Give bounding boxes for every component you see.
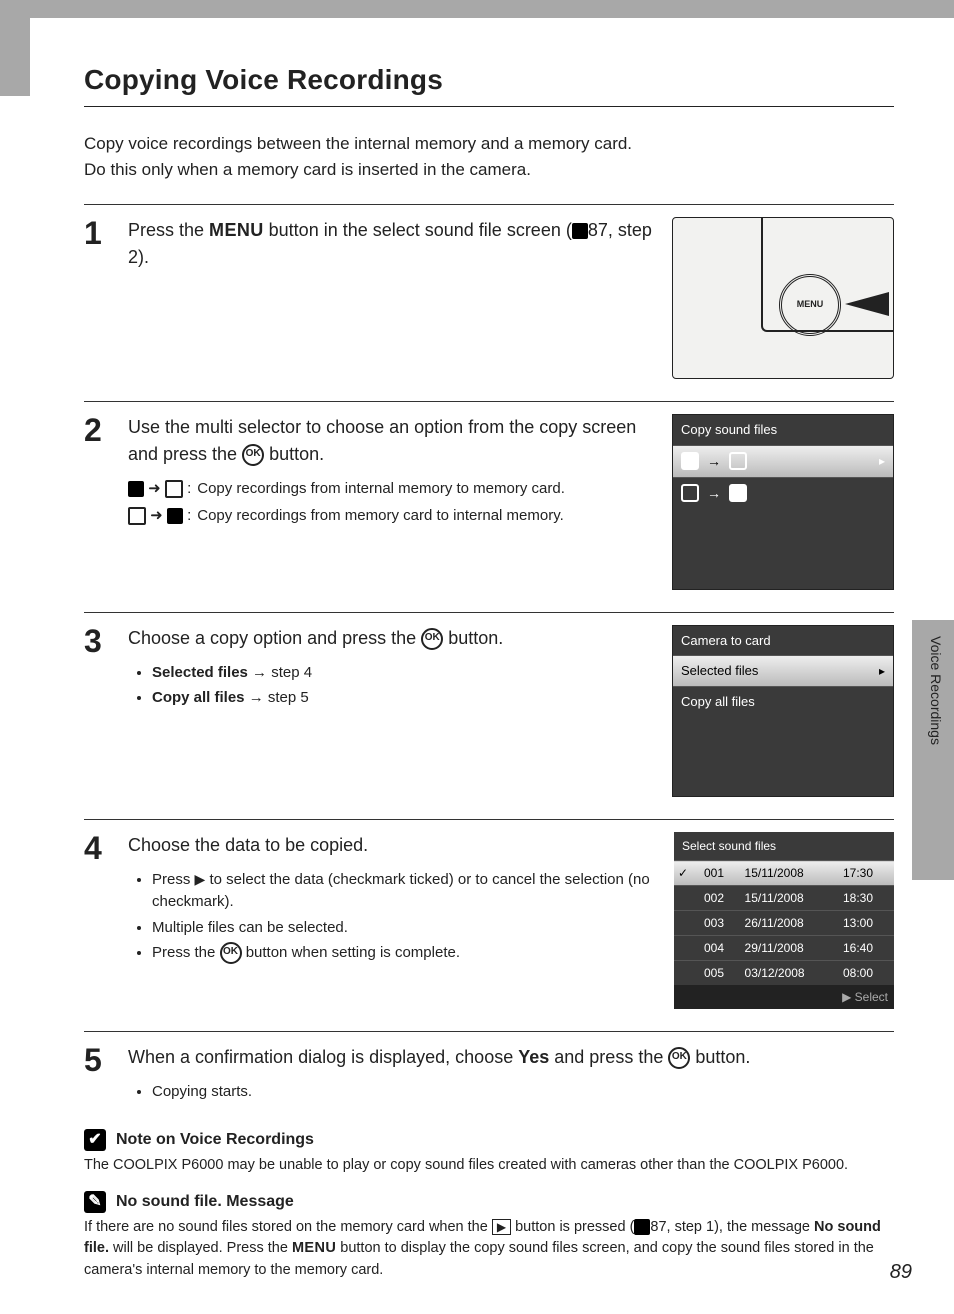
file-row: 00326/11/200813:00 [674,911,894,936]
page-number: 89 [890,1261,912,1284]
check-icon: ✔ [84,1129,106,1151]
ok-button-icon: OK [668,1047,690,1069]
bullet-press-right: Press ▶ to select the data (checkmark ti… [152,869,654,913]
lcd-copy-sound-files: Copy sound files →▸ → [672,414,894,590]
bullet-copy-all-files: Copy all files → step 5 [152,687,652,709]
note-text-2: If there are no sound files stored on th… [84,1217,884,1282]
bullet-multiple: Multiple files can be selected. [152,917,654,939]
ok-button-icon: OK [242,444,264,466]
lcd-row-selected-files: Selected files▸ [673,655,893,686]
lcd-row-copy-all: Copy all files [673,686,893,717]
camera-illustration: MENU [672,217,894,379]
bullet-press-ok: Press the OK button when setting is comp… [152,942,654,964]
arrow-left-icon [845,292,889,316]
note-header-1: ✔Note on Voice Recordings [84,1129,894,1151]
pencil-icon: ✎ [84,1191,106,1213]
step-number-2: 2 [84,414,110,446]
step-number-5: 5 [84,1044,110,1076]
side-tab-label: Voice Recordings [928,636,944,745]
page-title: Copying Voice Recordings [84,64,894,96]
ok-button-icon: OK [220,942,242,964]
card-icon [128,507,146,525]
play-icon: ▶ [492,1219,511,1235]
lcd-camera-to-card: Camera to card Selected files▸ Copy all … [672,625,894,798]
bullet-copying-starts: Copying starts. [152,1081,894,1103]
step-number-1: 1 [84,217,110,249]
note-text-1: The COOLPIX P6000 may be unable to play … [84,1155,884,1177]
card-icon [165,480,183,498]
file-row: 00429/11/200816:40 [674,936,894,961]
internal-memory-icon [128,481,144,497]
intro: Copy voice recordings between the intern… [84,131,894,182]
menu-button-illustration: MENU [779,274,841,336]
note-header-2: ✎No sound file. Message [84,1191,894,1213]
file-row: ✓00115/11/200817:30 [674,861,894,886]
step-number-4: 4 [84,832,110,864]
lcd-row-card-to-int: → [673,477,893,509]
internal-memory-icon [167,508,183,524]
ok-button-icon: OK [421,628,443,650]
lcd-row-int-to-card: →▸ [673,445,893,477]
file-row: 00503/12/200808:00 [674,961,894,986]
menu-label: MENU [209,220,264,240]
step-number-3: 3 [84,625,110,657]
lcd-select-sound-files: Select sound files ✓00115/11/200817:3000… [674,832,894,1009]
bullet-selected-files: Selected files → step 4 [152,662,652,684]
file-row: 00215/11/200818:30 [674,886,894,911]
reference-icon [572,223,588,239]
reference-icon [634,1219,650,1235]
